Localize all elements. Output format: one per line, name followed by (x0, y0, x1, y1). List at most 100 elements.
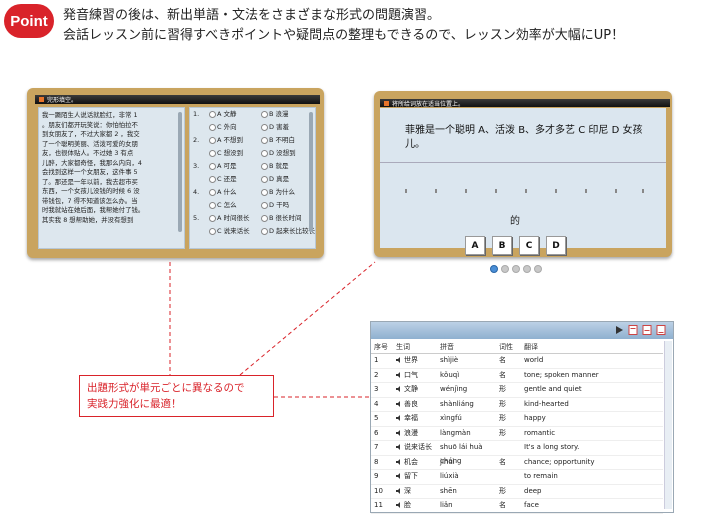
cell-pos: 名 (499, 356, 506, 364)
radio-icon[interactable] (209, 149, 216, 157)
document-icon[interactable] (656, 325, 666, 335)
document-icon[interactable] (642, 325, 652, 335)
speaker-icon[interactable] (396, 429, 402, 436)
cell-translation: chance; opportunity (524, 457, 595, 466)
radio-icon[interactable] (261, 214, 268, 222)
cell-translation: romantic (524, 428, 556, 437)
passage-scrollbar[interactable] (178, 112, 182, 232)
option-c[interactable]: C 怎么 (209, 199, 261, 212)
option-d[interactable]: D 起来长比较长 (261, 225, 315, 238)
radio-icon[interactable] (261, 123, 268, 131)
cell-pos: 名 (499, 457, 506, 466)
question-scrollbar[interactable] (309, 112, 313, 232)
word-text: 留下 (404, 472, 418, 480)
question-row: 5. A 时间很长 B 很长时间 (190, 212, 315, 225)
option-c[interactable]: C 说来话长 (209, 225, 261, 238)
option-a[interactable]: A 不想到 (209, 134, 261, 147)
radio-icon[interactable] (261, 227, 268, 235)
radio-icon[interactable] (209, 214, 216, 222)
carousel-dot[interactable] (523, 265, 531, 273)
radio-icon[interactable] (261, 201, 268, 209)
slot-marker (555, 189, 557, 193)
radio-icon[interactable] (261, 175, 268, 183)
carousel-dot[interactable] (501, 265, 509, 273)
document-icon[interactable] (628, 325, 638, 335)
option-a[interactable]: A 时间很长 (209, 212, 261, 225)
option-a[interactable]: A 什么 (209, 186, 261, 199)
speaker-icon[interactable] (396, 473, 402, 479)
play-icon[interactable] (614, 325, 624, 335)
speaker-icon[interactable] (396, 415, 402, 421)
table-row[interactable]: 1 世界 shìjiè 名 world (371, 354, 663, 369)
radio-icon[interactable] (209, 136, 216, 144)
speaker-icon[interactable] (396, 386, 402, 392)
cell-pos: 名 (499, 370, 506, 379)
table-row[interactable]: 9 留下 liúxià to remain (371, 470, 663, 485)
option-label: A 可是 (217, 162, 237, 170)
option-c[interactable]: C 外向 (209, 121, 261, 134)
speaker-icon[interactable] (396, 371, 402, 378)
carousel-dot[interactable] (512, 265, 520, 273)
table-row[interactable]: 4 善良 shànliáng 形 kind-hearted (371, 398, 663, 412)
given-word[interactable]: 的 (510, 212, 520, 227)
radio-icon[interactable] (261, 188, 268, 196)
option-label: B 就是 (269, 162, 289, 170)
option-b[interactable]: B 浪漫 (261, 108, 313, 121)
radio-icon[interactable] (261, 149, 268, 157)
cell-word: 幸福 (396, 412, 440, 426)
table-row[interactable]: 11 脸 liǎn 名 face (371, 499, 663, 514)
option-d[interactable]: D 没想到 (261, 147, 313, 160)
radio-icon[interactable] (261, 136, 268, 144)
choice-tile-c[interactable]: C (519, 236, 539, 255)
speaker-icon[interactable] (396, 444, 402, 450)
radio-icon[interactable] (209, 175, 216, 183)
cell-word: 机会 (396, 456, 440, 470)
cell-pinyin: liúxià (440, 472, 459, 480)
table-row[interactable]: 7 说来话长 shuō lái huà cháng It's a long story… (371, 441, 663, 465)
callout-line-2: 実践力強化に最適！ (87, 398, 182, 410)
speaker-icon[interactable] (396, 458, 402, 465)
cell-pinyin: wénjìng (440, 385, 468, 393)
cell-pos (499, 470, 524, 484)
table-row[interactable]: 10 深 shēn 形 deep (371, 485, 663, 499)
radio-icon[interactable] (209, 123, 216, 131)
radio-icon[interactable] (209, 110, 216, 118)
option-b[interactable]: B 很长时间 (261, 212, 313, 225)
choice-tile-a[interactable]: A (465, 236, 485, 255)
table-row[interactable]: 6 浪漫 làngmàn 形 romantic (371, 427, 663, 441)
table-row[interactable]: 3 文静 wénjìng 形 gentle and quiet (371, 383, 663, 398)
choice-tile-b[interactable]: B (492, 236, 512, 255)
table-row[interactable]: 5 幸福 xìngfú 形 happy (371, 412, 663, 427)
table-row[interactable]: 8 机会 jīhuì 名 chance; opportunity (371, 456, 663, 470)
option-a[interactable]: A 文静 (209, 108, 261, 121)
option-label: D 没想到 (269, 149, 296, 157)
table-scrollbar[interactable] (664, 341, 672, 509)
option-d[interactable]: D 害羞 (261, 121, 313, 134)
option-b[interactable]: B 不明白 (261, 134, 313, 147)
divider (380, 162, 666, 163)
speaker-icon[interactable] (396, 487, 402, 494)
speaker-icon[interactable] (396, 357, 402, 363)
option-b[interactable]: B 为什么 (261, 186, 313, 199)
option-c[interactable]: C 想没到 (209, 147, 261, 160)
radio-icon[interactable] (261, 110, 268, 118)
radio-icon[interactable] (209, 201, 216, 209)
option-d[interactable]: D 真是 (261, 173, 313, 186)
speaker-icon[interactable] (396, 502, 402, 508)
radio-icon[interactable] (209, 227, 216, 235)
carousel-dot[interactable] (534, 265, 542, 273)
question-row: 1. A 文静 B 浪漫 (190, 108, 315, 121)
option-a[interactable]: A 可是 (209, 160, 261, 173)
option-d[interactable]: D 干吗 (261, 199, 313, 212)
option-label: B 为什么 (269, 188, 296, 196)
radio-icon[interactable] (209, 162, 216, 170)
carousel-dot[interactable] (490, 265, 498, 273)
cell-pinyin: kǒuqì (440, 370, 460, 379)
table-row[interactable]: 2 口气 kǒuqì 名 tone; spoken manner (371, 369, 663, 383)
speaker-icon[interactable] (396, 400, 402, 407)
choice-tile-d[interactable]: D (546, 236, 566, 255)
radio-icon[interactable] (209, 188, 216, 196)
option-b[interactable]: B 就是 (261, 160, 313, 173)
option-c[interactable]: C 还是 (209, 173, 261, 186)
radio-icon[interactable] (261, 162, 268, 170)
